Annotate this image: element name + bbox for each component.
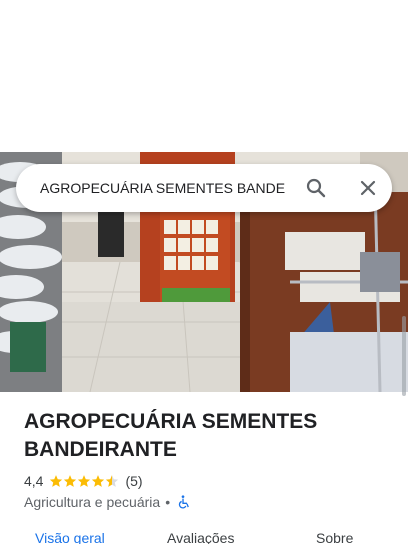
place-title: AGROPECUÁRIA SEMENTES BANDEIRANTE: [24, 410, 318, 461]
search-bar[interactable]: [16, 164, 392, 212]
place-tabs: Visão geral Avaliações Sobre: [0, 530, 408, 544]
scrollbar[interactable]: [402, 316, 406, 396]
map-blank-area: [0, 0, 408, 152]
star-icon: [78, 475, 91, 487]
star-icon: [50, 475, 63, 487]
star-half-icon: [106, 475, 119, 487]
tab-reviews[interactable]: Avaliações: [167, 530, 234, 544]
close-icon[interactable]: [356, 176, 380, 200]
search-input[interactable]: [40, 164, 302, 212]
place-category: Agricultura e pecuária: [24, 494, 161, 510]
star-icon: [64, 475, 77, 487]
wheelchair-accessible-icon: [178, 495, 189, 509]
tab-about[interactable]: Sobre: [316, 530, 353, 544]
place-info-panel: AGROPECUÁRIA SEMENTES BANDEIRANTE 4,4 (5…: [0, 392, 408, 544]
search-icon[interactable]: [304, 176, 328, 200]
rating-value: 4,4: [24, 473, 44, 489]
star-icon: [92, 475, 105, 487]
rating-row[interactable]: 4,4 (5): [24, 472, 143, 490]
review-count[interactable]: (5): [125, 473, 142, 489]
tab-overview[interactable]: Visão geral: [35, 530, 105, 544]
rating-stars: [49, 474, 119, 488]
separator-dot: •: [165, 494, 171, 510]
category-row: Agricultura e pecuária •: [24, 493, 191, 511]
